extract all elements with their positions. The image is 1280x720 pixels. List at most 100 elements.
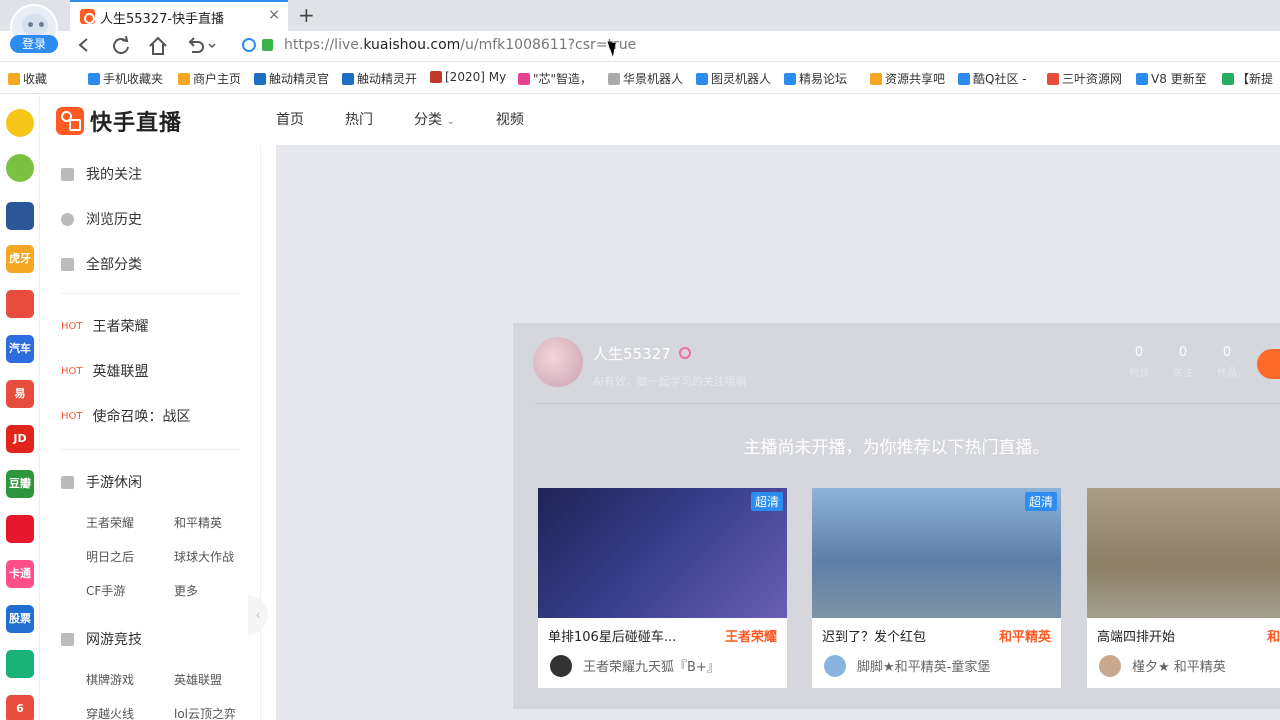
bookmark-item[interactable]: "芯"智造， bbox=[518, 70, 592, 87]
recommend-card-3[interactable]: 高端四排开始 和 槿夕★ 和平精英 bbox=[1087, 488, 1280, 688]
bookmark-item[interactable]: 华景机器人 bbox=[608, 70, 683, 87]
streamer-name[interactable]: 槿夕★ 和平精英 bbox=[1132, 656, 1226, 675]
back-icon[interactable] bbox=[76, 36, 92, 54]
bookmark-item[interactable]: 精易论坛 bbox=[784, 70, 847, 87]
sub-item[interactable]: 棋牌游戏 bbox=[86, 671, 134, 688]
hot-tag: HOT bbox=[61, 365, 83, 377]
word-doc-icon[interactable] bbox=[6, 202, 34, 230]
nav-hot-1[interactable]: HOT 王者荣耀 bbox=[61, 316, 149, 336]
bookmark-item[interactable]: 资源共享吧 bbox=[870, 70, 945, 87]
bookmark-favicon-icon bbox=[1047, 72, 1059, 85]
streamer-avatar[interactable] bbox=[1099, 655, 1121, 677]
stat-following[interactable]: 0 关注 bbox=[1170, 345, 1196, 379]
new-tab-button[interactable]: + bbox=[298, 3, 315, 27]
reload-icon[interactable] bbox=[111, 36, 131, 56]
login-button[interactable]: 登录 bbox=[10, 35, 58, 53]
sub-item[interactable]: CF手游 bbox=[86, 582, 125, 599]
bookmark-item[interactable]: 酷Q社区 - bbox=[958, 70, 1027, 87]
stream-title: 高端四排开始 bbox=[1097, 630, 1176, 645]
money-app-icon[interactable] bbox=[6, 650, 34, 678]
bookmark-favicon-icon bbox=[8, 72, 20, 85]
stream-thumbnail[interactable] bbox=[812, 488, 1061, 618]
history-clock-icon[interactable] bbox=[6, 154, 34, 182]
sub-item[interactable]: 更多 bbox=[174, 582, 198, 599]
nav-video[interactable]: 视频 bbox=[496, 109, 524, 129]
url-text[interactable]: https://live.kuaishou.com/u/mfk1008611?c… bbox=[284, 37, 636, 53]
huya-app-icon[interactable]: 虎牙 bbox=[6, 245, 34, 273]
chrome-app-icon[interactable] bbox=[6, 290, 34, 318]
address-bar[interactable]: https://live.kuaishou.com/u/mfk1008611?c… bbox=[240, 34, 1280, 58]
group-label: 手游休闲 bbox=[86, 475, 142, 491]
site-logo[interactable]: 快手直播 bbox=[56, 105, 182, 137]
streamer-avatar[interactable] bbox=[824, 655, 846, 677]
bookmark-item[interactable]: 手机收藏夹 bbox=[88, 70, 163, 87]
sub-item[interactable]: 王者荣耀 bbox=[86, 514, 134, 531]
six-app-icon[interactable]: 6 bbox=[6, 695, 34, 720]
bookmark-item[interactable]: 触动精灵官 bbox=[254, 70, 329, 87]
channel-card: 人生55327 AI有效，做一起学习的关注哦嘛 0 粉丝 0 关注 0 作品 主播尚未… bbox=[513, 323, 1280, 709]
streamer-avatar[interactable] bbox=[550, 655, 572, 677]
streamer-name[interactable]: 王者荣耀九天狐『B+』 bbox=[583, 656, 720, 675]
nav-home[interactable]: 首页 bbox=[276, 109, 304, 129]
recommend-card-1[interactable]: 超清 单排106星后碰碰车... 王者荣耀 王者荣耀九天狐『B+』 bbox=[538, 488, 787, 688]
sub-item[interactable]: 穿越火线 bbox=[86, 705, 134, 720]
stream-category[interactable]: 和 bbox=[1267, 626, 1280, 645]
stat-fans[interactable]: 0 粉丝 bbox=[1126, 345, 1152, 379]
bookmark-item[interactable]: [2020] My bbox=[430, 70, 506, 84]
weibo-app-icon[interactable] bbox=[6, 515, 34, 543]
sub-item[interactable]: 明日之后 bbox=[86, 548, 134, 565]
stocks-app-icon[interactable]: 股票 bbox=[6, 605, 34, 633]
bookmark-item[interactable]: 三叶资源网 bbox=[1047, 70, 1122, 87]
browser-nav-bar: https://live.kuaishou.com/u/mfk1008611?c… bbox=[0, 31, 1280, 62]
home-icon[interactable] bbox=[148, 36, 168, 56]
stream-category[interactable]: 王者荣耀 bbox=[725, 626, 777, 645]
bookmark-item[interactable]: 触动精灵开 bbox=[342, 70, 417, 87]
bookmarks-bar: 收藏 手机收藏夹 商户主页 触动精灵官 触动精灵开 [2020] My "芯"智造， 华景机器… bbox=[0, 62, 1280, 94]
bookmark-item[interactable]: 收藏 bbox=[8, 70, 47, 87]
bookmark-item[interactable]: 图灵机器人 bbox=[696, 70, 771, 87]
undo-icon[interactable] bbox=[186, 36, 216, 56]
bookmark-item[interactable]: 商户主页 bbox=[178, 70, 241, 87]
sub-item[interactable]: lol云顶之弈 bbox=[174, 705, 236, 720]
stat-works[interactable]: 0 作品 bbox=[1214, 345, 1240, 379]
nav-popular[interactable]: 热门 bbox=[345, 109, 373, 129]
sub-item[interactable]: 球球大作战 bbox=[174, 548, 234, 565]
bookmark-label: 手机收藏夹 bbox=[103, 72, 164, 86]
site-header: 快手直播 首页 热门 分类 ⌄ 视频 bbox=[41, 95, 1280, 145]
favorites-star-icon[interactable] bbox=[6, 109, 34, 137]
bookmark-favicon-icon bbox=[178, 72, 190, 85]
sub-item[interactable]: 和平精英 bbox=[174, 514, 222, 531]
stream-thumbnail[interactable] bbox=[1087, 488, 1280, 618]
group-pc-games[interactable]: 网游竞技 bbox=[61, 629, 142, 649]
stream-thumbnail[interactable] bbox=[538, 488, 787, 618]
stat-label: 关注 bbox=[1173, 368, 1193, 379]
top-nav: 首页 热门 分类 ⌄ 视频 bbox=[276, 109, 565, 129]
nav-hot-3[interactable]: HOT 使命召唤：战区 bbox=[61, 406, 191, 426]
channel-avatar[interactable] bbox=[533, 337, 583, 387]
yi-app-icon[interactable]: 易 bbox=[6, 380, 34, 408]
bookmark-favicon-icon bbox=[608, 72, 620, 85]
sub-item[interactable]: 英雄联盟 bbox=[174, 671, 222, 688]
auto-app-icon[interactable]: 汽车 bbox=[6, 335, 34, 363]
bookmark-item[interactable]: V8 更新至 bbox=[1136, 70, 1207, 87]
recommend-card-2[interactable]: 超清 迟到了？发个红包 和平精英 脚脚★和平精英-童家堡 bbox=[812, 488, 1061, 688]
browser-tab[interactable]: 人生55327-快手直播 × bbox=[70, 0, 288, 31]
nav-category-label: 分类 bbox=[414, 112, 442, 128]
jd-app-icon[interactable]: JD bbox=[6, 425, 34, 453]
nav-all-categories[interactable]: 全部分类 bbox=[61, 254, 142, 274]
nav-hot-2[interactable]: HOT 英雄联盟 bbox=[61, 361, 149, 381]
nav-history[interactable]: 浏览历史 bbox=[61, 209, 142, 229]
nav-my-follows[interactable]: 我的关注 bbox=[61, 164, 142, 184]
stat-number: 0 bbox=[1134, 345, 1144, 360]
collapse-sidebar-button[interactable]: ‹ bbox=[248, 595, 268, 635]
tab-close-icon[interactable]: × bbox=[268, 7, 280, 23]
group-mobile-games[interactable]: 手游休闲 bbox=[61, 472, 142, 492]
browser-tab-bar: 人生55327-快手直播 × + bbox=[0, 0, 1280, 31]
nav-category[interactable]: 分类 ⌄ bbox=[414, 109, 455, 129]
streamer-name[interactable]: 脚脚★和平精英-童家堡 bbox=[857, 656, 990, 675]
stream-category[interactable]: 和平精英 bbox=[999, 626, 1051, 645]
douban-app-icon[interactable]: 豆瓣 bbox=[6, 470, 34, 498]
bookmark-item[interactable]: 【新提 bbox=[1222, 70, 1273, 87]
follow-button[interactable] bbox=[1257, 349, 1280, 379]
card-app-icon[interactable]: 卡通 bbox=[6, 560, 34, 588]
